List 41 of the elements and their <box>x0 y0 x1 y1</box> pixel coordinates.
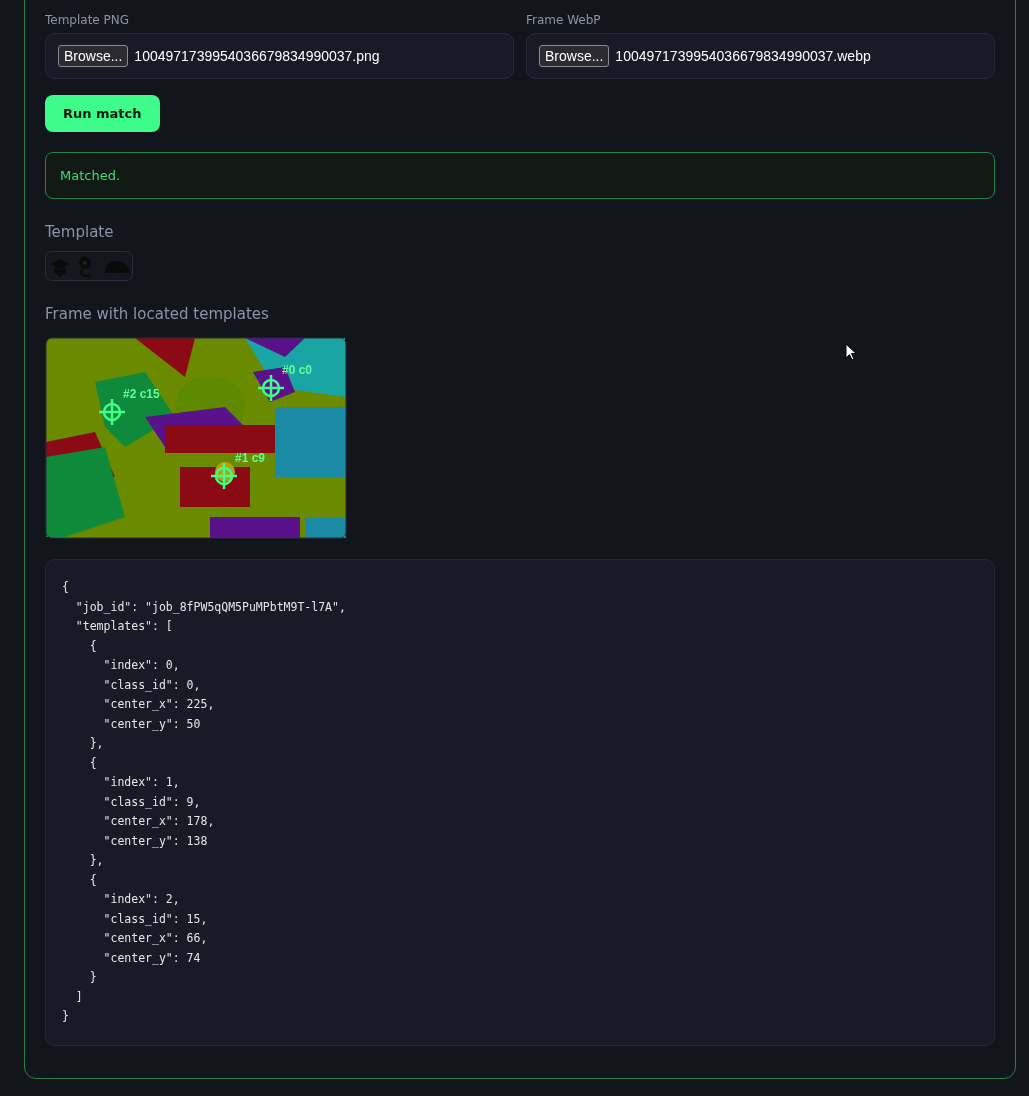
file-input[interactable]: Browse... 1004971739954036679834990037.png <box>45 33 514 79</box>
code-line: "index": 2, <box>102 891 181 908</box>
code-line: "index": 1, <box>102 774 181 791</box>
code-line: { <box>62 579 70 596</box>
code-line: "templates": [ <box>74 618 174 635</box>
code-line: "center_x": 225, <box>102 696 216 713</box>
crosshair-icon <box>210 462 238 490</box>
code-line: { <box>88 637 98 655</box>
code-line: "job_id": "job_8fPW5qQM5PuMPbtM9T-l7A", <box>74 598 347 616</box>
status-message: Matched. <box>45 152 995 199</box>
code-line: "class_id": 15, <box>102 910 209 928</box>
marker-label: #2 c15 <box>123 387 160 401</box>
file-name: 1004971739954036679834990037.webp <box>615 48 871 64</box>
code-line: }, <box>88 852 105 869</box>
section-heading: Template <box>45 223 114 241</box>
code-line: } <box>88 969 98 986</box>
file-name: 1004971739954036679834990037.png <box>134 48 380 64</box>
browse-button[interactable]: Browse... <box>58 45 129 67</box>
code-line: "center_y": 138 <box>102 832 209 850</box>
code-line: "index": 0, <box>102 657 181 674</box>
code-line: { <box>88 754 98 772</box>
crosshair-icon <box>98 398 126 426</box>
code-line: ] <box>74 988 84 1006</box>
code-line: { <box>88 871 98 889</box>
run-match-button[interactable]: Run match <box>45 95 160 132</box>
file-input[interactable]: Browse... 1004971739954036679834990037.webp <box>526 33 995 79</box>
section-heading: Frame with located templates <box>45 305 269 323</box>
marker-label: #1 c9 <box>235 451 266 465</box>
code-line: "class_id": 0, <box>102 676 202 694</box>
code-line: "center_x": 178, <box>102 813 216 830</box>
code-line: "center_y": 74 <box>102 949 202 967</box>
mouse-pointer-icon <box>845 343 857 361</box>
code-line: } <box>62 1008 70 1025</box>
browse-button[interactable]: Browse... <box>539 45 610 67</box>
crosshair-icon <box>257 374 285 402</box>
code-line: "center_y": 50 <box>102 715 202 733</box>
code-line: "center_x": 66, <box>102 930 209 947</box>
field-label: Frame WebP <box>526 13 602 27</box>
code-line: "class_id": 9, <box>102 793 202 811</box>
field-label: Template PNG <box>45 13 131 27</box>
code-line: }, <box>88 735 105 752</box>
